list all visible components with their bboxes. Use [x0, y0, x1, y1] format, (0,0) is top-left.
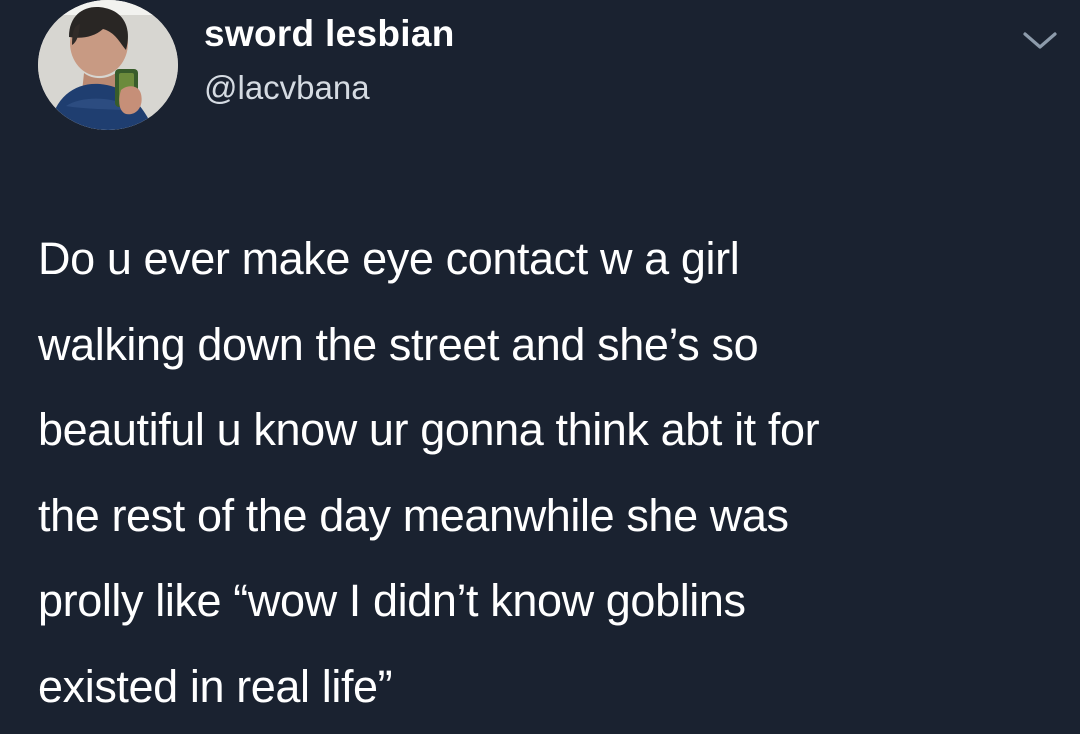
chevron-down-icon: [1023, 32, 1057, 49]
tweet-card: sword lesbian @lacvbana Do u ever make e…: [0, 0, 1080, 734]
tweet-text-line: Do u ever make eye contact w a girl: [38, 233, 740, 284]
tweet-text-line: the rest of the day meanwhile she was: [38, 489, 789, 541]
tweet-text-line: prolly like “wow I didn’t know goblins: [38, 575, 746, 626]
tweet-text-line: beautiful u know ur gonna think abt it f…: [38, 404, 820, 455]
tweet-text-line: existed in real life”: [38, 660, 393, 712]
tweet-text-line: walking down the street and she’s so: [38, 318, 759, 370]
author-avatar[interactable]: [38, 0, 178, 130]
author-handle[interactable]: @lacvbana: [204, 68, 370, 108]
tweet-menu-button[interactable]: [1018, 22, 1062, 58]
tweet-text: Do u ever make eye contact w a girl walk…: [38, 216, 1068, 729]
author-display-name[interactable]: sword lesbian: [204, 12, 455, 56]
